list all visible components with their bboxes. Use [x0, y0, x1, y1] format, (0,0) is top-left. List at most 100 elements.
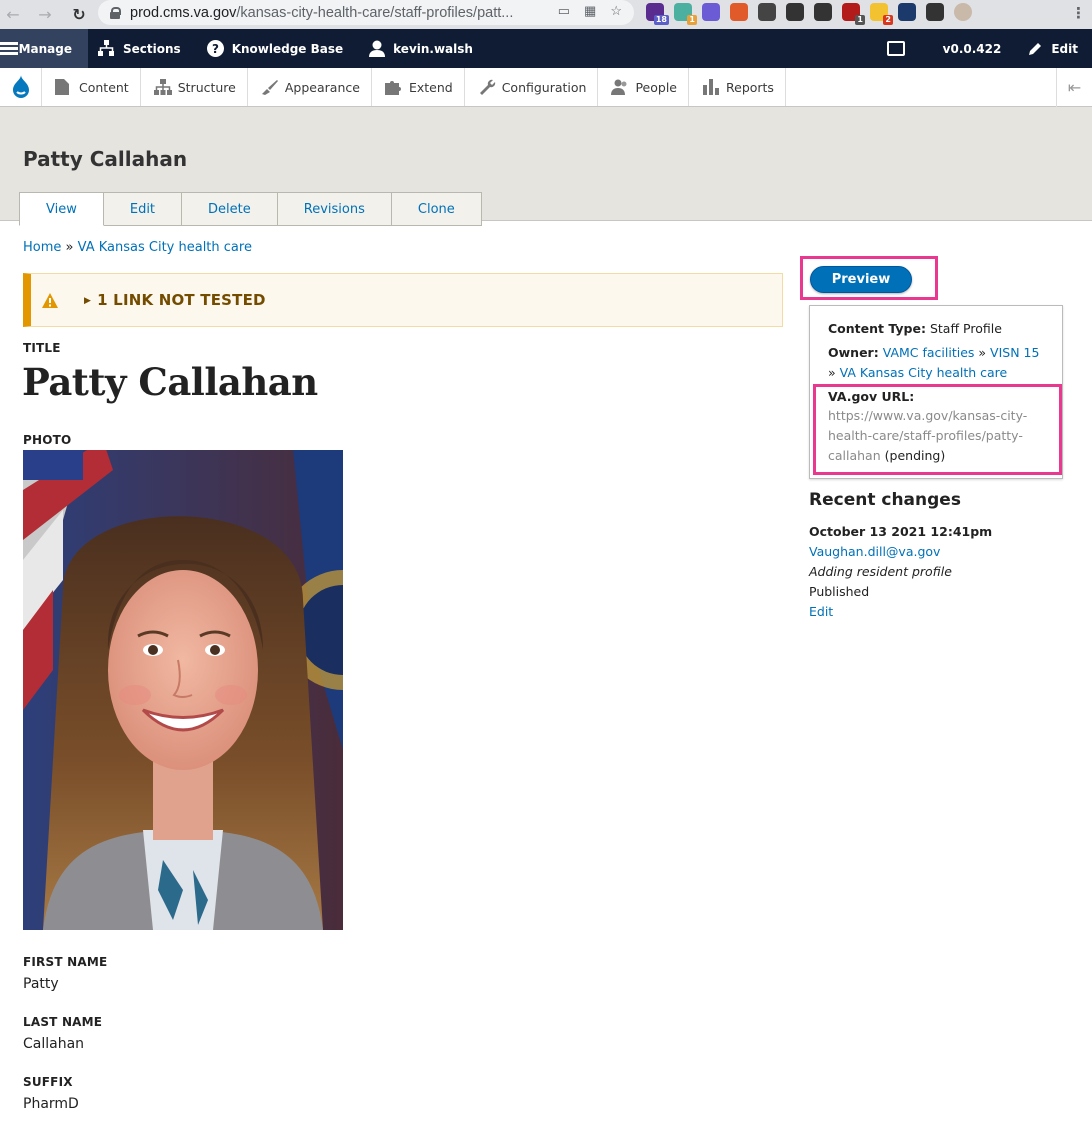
tray-item-configuration[interactable]: Configuration	[465, 68, 599, 106]
back-arrow-icon[interactable]: ←	[2, 5, 24, 24]
tray-item-label: Structure	[177, 79, 236, 95]
people-icon	[611, 79, 627, 95]
local-tasks: View Edit Delete Revisions Clone	[19, 192, 482, 226]
puzzle-piece-icon	[384, 79, 401, 95]
help-icon: ?	[206, 40, 224, 57]
shield-icon[interactable]: 1	[842, 3, 865, 25]
calendar-check-icon	[886, 41, 905, 56]
profile-photo	[23, 450, 343, 930]
graduation-cap-icon[interactable]: 18	[646, 3, 669, 25]
asterisk-icon[interactable]	[702, 3, 720, 21]
workbench-toggle[interactable]	[877, 29, 933, 68]
address-bar[interactable]: prod.cms.va.gov/kansas-city-health-care/…	[98, 0, 634, 25]
vagov-url-line-1: https://www.va.gov/kansas-city-	[828, 408, 1028, 423]
page-header: Patty Callahan View Edit Delete Revisions Cl…	[0, 107, 1092, 226]
breadcrumb-separator: »	[65, 240, 74, 255]
avatar-icon[interactable]	[954, 3, 972, 21]
tray-item-reports[interactable]: Reports	[689, 68, 786, 106]
tray-item-appearance[interactable]: Appearance	[248, 68, 372, 106]
recent-status: Published	[809, 584, 870, 599]
preview-button[interactable]: Preview	[810, 266, 912, 293]
star-icon[interactable]: ☆	[610, 3, 622, 19]
owner-label: Owner:	[828, 345, 879, 360]
tray-item-label: Configuration	[501, 79, 587, 95]
tab-clone[interactable]: Clone	[391, 192, 482, 226]
vagov-url-line-2: health-care/staff-profiles/patty-	[828, 428, 1023, 443]
knowledge-base-label: Knowledge Base	[231, 41, 344, 56]
drupal-logo-icon[interactable]	[0, 68, 42, 106]
paintbrush-icon	[261, 79, 278, 95]
bolt-icon[interactable]	[786, 3, 804, 21]
forward-arrow-icon[interactable]: →	[34, 5, 56, 24]
tray-item-label: Extend	[408, 79, 453, 95]
owner-link-kansas-city[interactable]: VA Kansas City health care	[840, 365, 1008, 380]
sections-label: Sections	[123, 41, 181, 56]
admin-tray: Content Structure Appearance Extend Configur…	[0, 68, 1092, 107]
breadcrumb-home[interactable]: Home	[23, 240, 61, 255]
tray-item-extend[interactable]: Extend	[372, 68, 465, 106]
tray-item-content[interactable]: Content	[42, 68, 141, 106]
first-name-value: Patty	[23, 976, 59, 992]
bulb-icon[interactable]: 2	[870, 3, 893, 25]
warning-icon	[42, 292, 58, 308]
vagov-url-line-3: callahan	[828, 448, 881, 463]
warning-text: 1 LINK NOT TESTED	[97, 291, 266, 309]
hamburger-icon	[0, 41, 18, 56]
recent-edit-link[interactable]: Edit	[809, 604, 833, 619]
sections-link[interactable]: Sections	[88, 29, 191, 68]
extension-badge: 18	[653, 15, 669, 25]
svg-text:?: ?	[212, 42, 219, 56]
hash-icon[interactable]	[814, 3, 832, 21]
recent-changes-title: Recent changes	[809, 490, 961, 510]
firefox-icon[interactable]	[730, 3, 748, 21]
breadcrumb-parent[interactable]: VA Kansas City health care	[78, 240, 252, 255]
heart-icon[interactable]	[898, 3, 916, 21]
url-host: prod.cms.va.gov	[130, 4, 237, 21]
tab-view[interactable]: View	[19, 192, 104, 226]
knowledge-base-link[interactable]: ? Knowledge Base	[191, 29, 353, 68]
extension-bar: 18 1 1 2	[646, 3, 972, 25]
wrench-icon	[478, 79, 495, 95]
first-name-label: FIRST NAME	[23, 955, 108, 969]
owner-link-vamc-facilities[interactable]: VAMC facilities	[883, 345, 975, 360]
pencil-icon	[1029, 42, 1042, 55]
title-label: TITLE	[23, 341, 61, 355]
menu-dots-icon[interactable]: ⋮	[1071, 4, 1086, 22]
tab-delete[interactable]: Delete	[182, 192, 278, 226]
bubble-icon[interactable]: 1	[674, 3, 697, 25]
tray-item-label: Content	[79, 79, 129, 95]
url-path: /kansas-city-health-care/staff-profiles/…	[236, 4, 514, 21]
sitemap-icon	[98, 40, 114, 56]
owner-separator-2: »	[828, 365, 836, 380]
recent-user-link[interactable]: Vaughan.dill@va.gov	[809, 544, 940, 559]
terminal-icon[interactable]	[758, 3, 776, 21]
tab-edit[interactable]: Edit	[103, 192, 183, 226]
cast-icon[interactable]: ▭	[558, 3, 570, 19]
tab-revisions[interactable]: Revisions	[277, 192, 392, 226]
collapse-tray-icon[interactable]: ⇤	[1056, 68, 1092, 107]
user-menu[interactable]: kevin.walsh	[353, 29, 483, 68]
edit-toggle[interactable]: Edit	[1017, 29, 1092, 68]
tray-item-structure[interactable]: Structure	[141, 68, 248, 106]
reload-icon[interactable]: ↻	[68, 5, 90, 24]
manage-toggle[interactable]: Manage	[0, 29, 88, 68]
page-title: Patty Callahan	[23, 147, 188, 171]
owner-link-visn-15[interactable]: VISN 15	[990, 345, 1039, 360]
puzzle-icon[interactable]	[926, 3, 944, 21]
content-type-value: Staff Profile	[929, 321, 1002, 336]
link-warning[interactable]: ▶ 1 LINK NOT TESTED	[23, 273, 783, 327]
admin-toolbar: Manage Sections ? Knowledge Base kevin.w…	[0, 29, 1092, 68]
last-name-label: LAST NAME	[23, 1015, 103, 1029]
owner-line: Owner: VAMC facilities » VISN 15	[828, 345, 1039, 360]
user-label: kevin.walsh	[393, 41, 473, 56]
qr-icon[interactable]: ▦	[584, 3, 596, 19]
extension-badge: 1	[687, 15, 697, 25]
photo-label: PHOTO	[23, 433, 72, 447]
tray-item-label: Appearance	[284, 79, 360, 95]
content-type-label: Content Type:	[828, 321, 926, 336]
last-name-value: Callahan	[23, 1036, 85, 1052]
extension-badge: 2	[883, 15, 893, 25]
tray-item-people[interactable]: People	[598, 68, 689, 106]
manage-label: Manage	[18, 41, 72, 56]
expand-triangle-icon: ▶	[84, 296, 92, 306]
